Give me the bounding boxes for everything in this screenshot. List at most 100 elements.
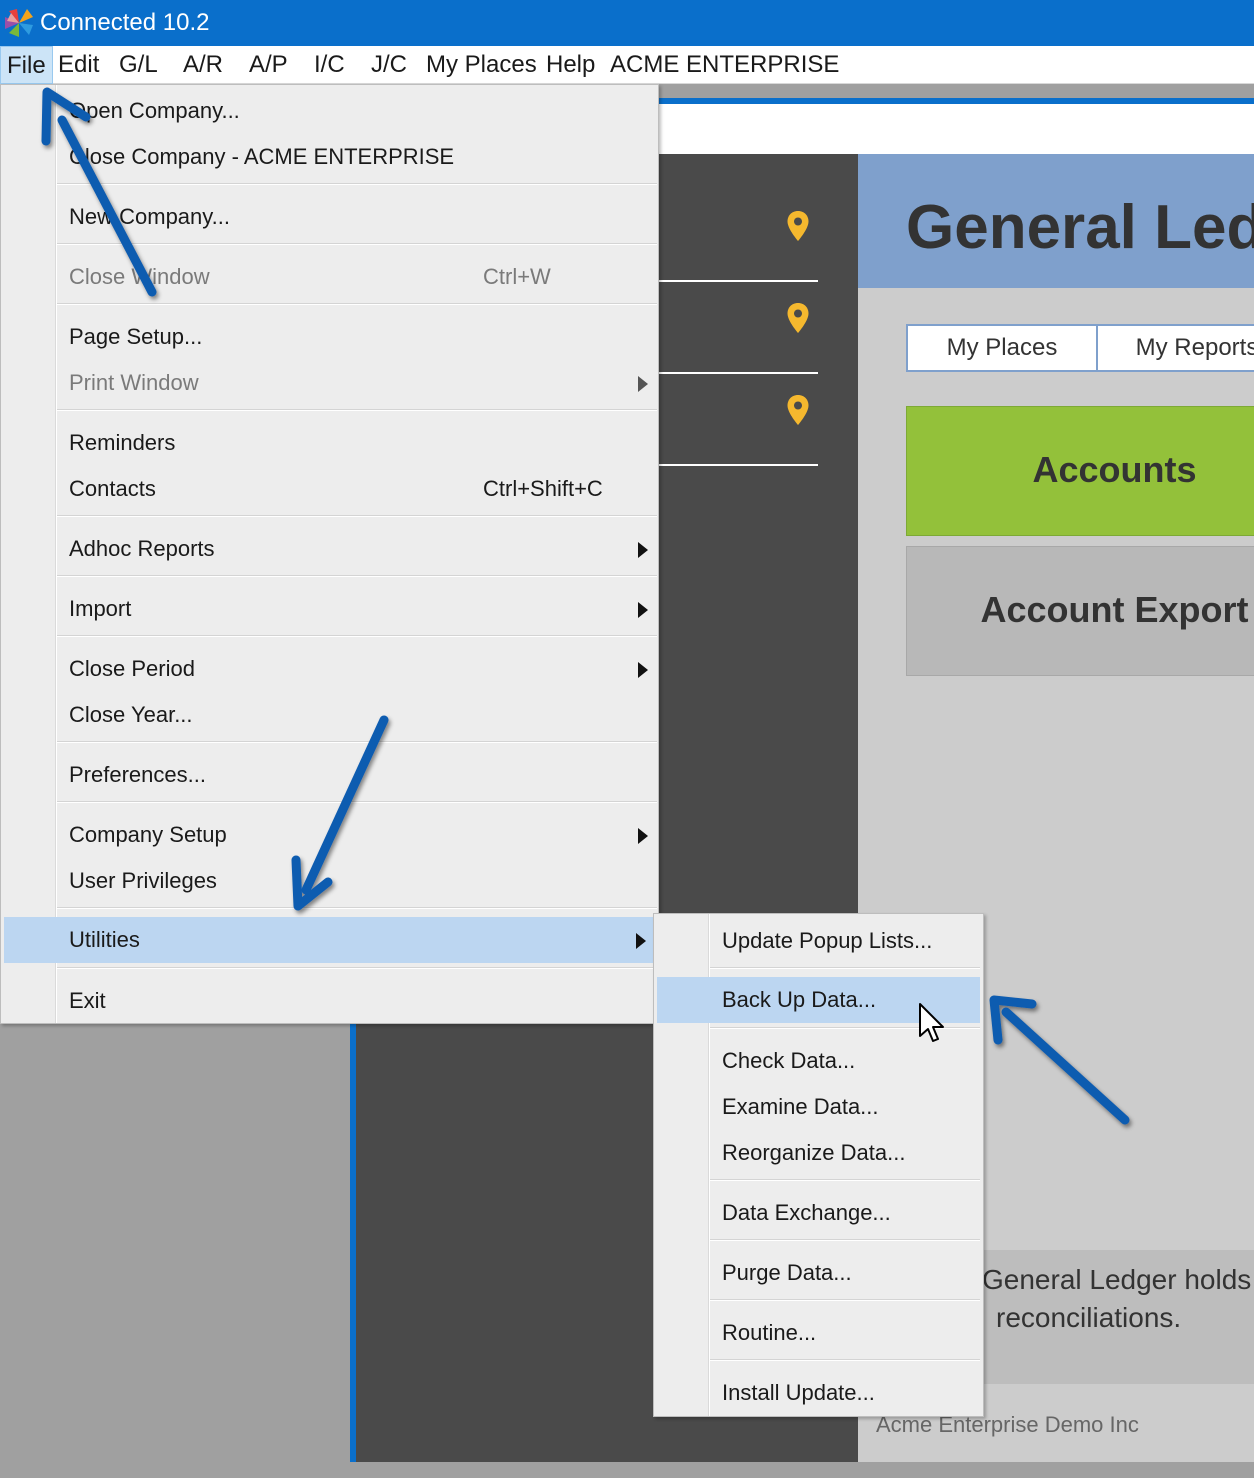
menu-item-data-exchange[interactable]: Data Exchange... xyxy=(654,1190,981,1236)
menu-help[interactable]: Help xyxy=(540,46,601,84)
menu-item-shortcut: Ctrl+W xyxy=(483,264,551,289)
menu-item-open-company[interactable]: Open Company... xyxy=(1,88,658,134)
menu-gl[interactable]: G/L xyxy=(113,46,164,84)
menu-separator xyxy=(57,183,657,185)
sidebar-divider xyxy=(656,372,818,374)
menu-item-label: Adhoc Reports xyxy=(69,536,215,561)
menu-item-new-company[interactable]: New Company... xyxy=(1,194,658,240)
menu-item-examine-data[interactable]: Examine Data... xyxy=(654,1084,981,1130)
menu-separator xyxy=(57,515,657,517)
location-pin-icon[interactable] xyxy=(786,394,810,426)
menu-item-close-window[interactable]: Close Window Ctrl+W xyxy=(1,254,658,300)
menu-item-print-window[interactable]: Print Window xyxy=(1,360,658,406)
accounts-tile-label: Accounts xyxy=(1032,449,1197,490)
menu-separator xyxy=(57,409,657,411)
menu-item-install-update[interactable]: Install Update... xyxy=(654,1370,981,1416)
menu-item-label: Company Setup xyxy=(69,822,227,847)
menu-item-label: Data Exchange... xyxy=(722,1200,891,1225)
location-pin-icon[interactable] xyxy=(786,302,810,334)
menu-item-shortcut: Ctrl+Shift+C xyxy=(483,476,603,501)
description-line: reconciliations. xyxy=(996,1302,1182,1333)
menu-item-label: Install Update... xyxy=(722,1380,875,1405)
menu-item-close-year[interactable]: Close Year... xyxy=(1,692,658,738)
menu-item-user-privileges[interactable]: User Privileges xyxy=(1,858,658,904)
menu-separator xyxy=(57,967,657,969)
tab-my-reports[interactable]: My Reports xyxy=(1096,326,1254,370)
menu-item-import[interactable]: Import xyxy=(1,586,658,632)
menu-item-contacts[interactable]: Contacts Ctrl+Shift+C xyxy=(1,466,658,512)
module-tabs: My Places My Reports xyxy=(906,324,1254,372)
menu-item-label: Check Data... xyxy=(722,1048,856,1073)
menu-ar[interactable]: A/R xyxy=(177,46,229,84)
menu-item-label: Routine... xyxy=(722,1320,817,1345)
menu-item-label: Update Popup Lists... xyxy=(722,928,933,953)
window-title: Connected 10.2 xyxy=(40,9,210,36)
sidebar-divider xyxy=(656,280,818,282)
menu-item-label: Print Window xyxy=(69,370,199,395)
menu-item-label: User Privileges xyxy=(69,868,217,893)
menu-company[interactable]: ACME ENTERPRISE xyxy=(604,46,845,84)
account-export-tile[interactable]: Account Export xyxy=(906,546,1254,676)
utilities-submenu: Update Popup Lists... Back Up Data... Ch… xyxy=(653,913,984,1417)
menu-separator xyxy=(57,575,657,577)
menu-item-reminders[interactable]: Reminders xyxy=(1,420,658,466)
menu-item-exit[interactable]: Exit xyxy=(1,978,658,1024)
menu-item-label: Back Up Data... xyxy=(722,987,877,1012)
menu-item-label: Page Setup... xyxy=(69,324,203,349)
menu-my-places[interactable]: My Places xyxy=(420,46,543,84)
submenu-arrow-icon xyxy=(638,542,648,558)
menu-item-label: Contacts xyxy=(69,476,156,501)
tab-my-places[interactable]: My Places xyxy=(908,326,1096,370)
menu-item-routine[interactable]: Routine... xyxy=(654,1310,981,1356)
menu-bar: File Edit G/L A/R A/P I/C J/C My Places … xyxy=(0,46,1254,84)
account-export-tile-label: Account Export xyxy=(980,589,1249,630)
menu-item-page-setup[interactable]: Page Setup... xyxy=(1,314,658,360)
menu-file[interactable]: File xyxy=(0,46,53,84)
menu-edit[interactable]: Edit xyxy=(52,46,105,84)
menu-separator xyxy=(57,303,657,305)
menu-item-label: Import xyxy=(69,596,132,621)
menu-ap[interactable]: A/P xyxy=(243,46,294,84)
menu-item-reorganize-data[interactable]: Reorganize Data... xyxy=(654,1130,981,1176)
accounts-tile[interactable]: Accounts xyxy=(906,406,1254,536)
title-bar: Connected 10.2 xyxy=(0,0,1254,46)
menu-item-close-company[interactable]: Close Company - ACME ENTERPRISE xyxy=(1,134,658,180)
submenu-arrow-icon xyxy=(638,828,648,844)
menu-item-label: Close Window xyxy=(69,264,210,289)
menu-item-purge-data[interactable]: Purge Data... xyxy=(654,1250,981,1296)
menu-item-label: Exit xyxy=(69,988,106,1013)
menu-item-preferences[interactable]: Preferences... xyxy=(1,752,658,798)
submenu-arrow-icon xyxy=(638,602,648,618)
menu-item-label: Open Company... xyxy=(69,98,240,123)
menu-item-label: Reorganize Data... xyxy=(722,1140,906,1165)
menu-item-label: Reminders xyxy=(69,430,176,455)
mouse-pointer-icon xyxy=(919,1003,944,1042)
menu-item-utilities[interactable]: Utilities xyxy=(4,917,656,963)
menu-separator xyxy=(57,243,657,245)
menu-jc[interactable]: J/C xyxy=(365,46,413,84)
menu-item-label: Purge Data... xyxy=(722,1260,852,1285)
menu-item-close-period[interactable]: Close Period xyxy=(1,646,658,692)
menu-item-label: Close Company - ACME ENTERPRISE xyxy=(69,144,455,169)
menu-separator xyxy=(57,741,657,743)
menu-item-label: Preferences... xyxy=(69,762,206,787)
file-menu: Open Company... Close Company - ACME ENT… xyxy=(0,84,659,1024)
module-header: General Ledg xyxy=(858,154,1254,288)
menu-item-label: Utilities xyxy=(69,927,140,952)
location-pin-icon[interactable] xyxy=(786,210,810,242)
menu-item-label: Close Year... xyxy=(69,702,193,727)
menu-item-adhoc-reports[interactable]: Adhoc Reports xyxy=(1,526,658,572)
menu-separator xyxy=(710,1239,980,1241)
menu-ic[interactable]: I/C xyxy=(308,46,351,84)
menu-item-update-popup-lists[interactable]: Update Popup Lists... xyxy=(654,918,981,964)
menu-separator xyxy=(710,1299,980,1301)
submenu-arrow-icon xyxy=(638,662,648,678)
menu-item-company-setup[interactable]: Company Setup xyxy=(1,812,658,858)
module-title: General Ledg xyxy=(906,193,1254,262)
description-line: General Ledger holds xyxy=(982,1264,1252,1295)
menu-separator xyxy=(710,1359,980,1361)
submenu-arrow-icon xyxy=(636,933,646,949)
menu-separator xyxy=(57,635,657,637)
menu-item-label: Examine Data... xyxy=(722,1094,879,1119)
menu-item-label: Close Period xyxy=(69,656,195,681)
